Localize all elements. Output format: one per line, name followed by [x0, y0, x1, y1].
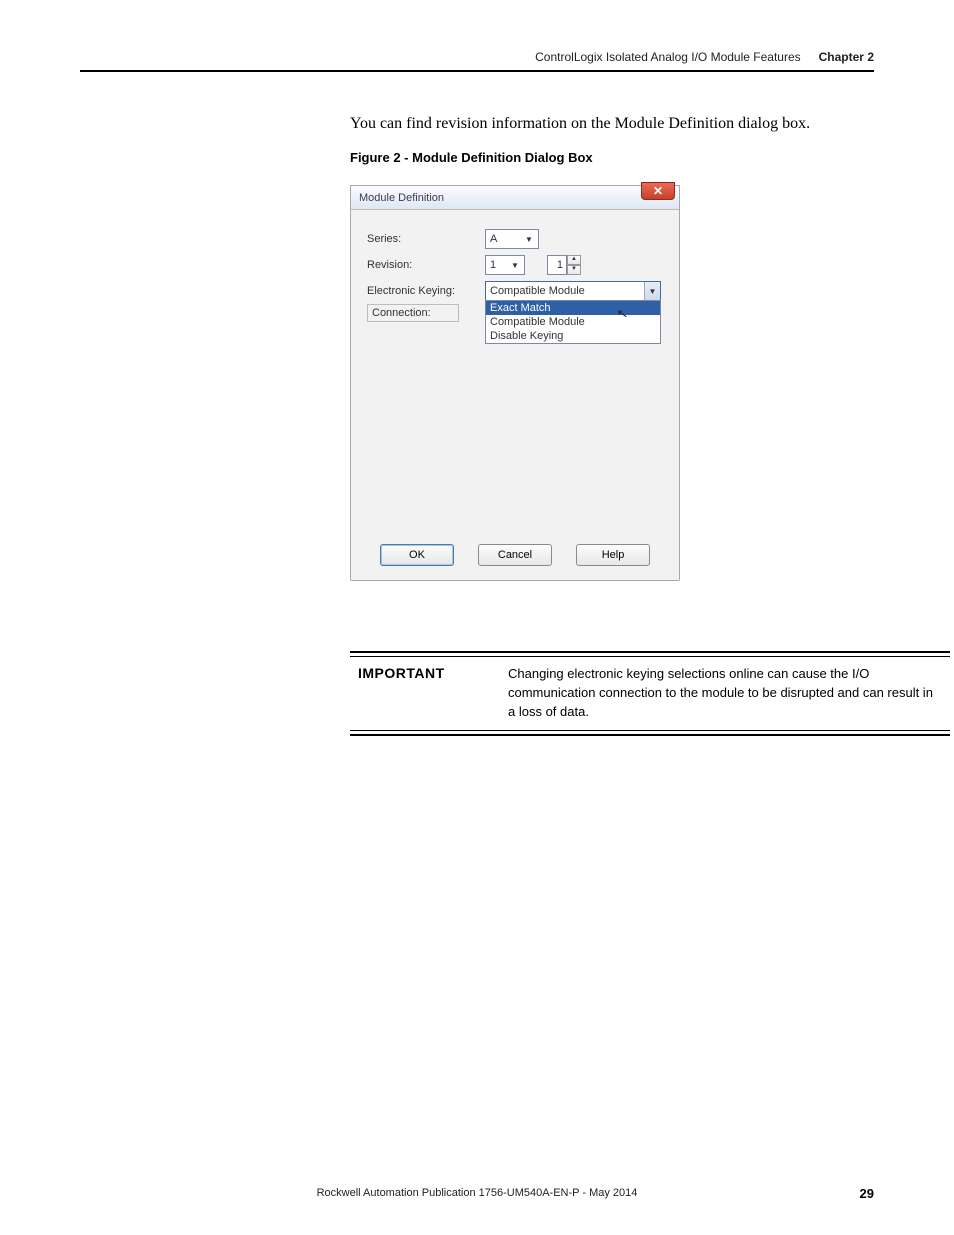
- callout-inner: IMPORTANT Changing electronic keying sel…: [350, 656, 950, 730]
- callout-label: IMPORTANT: [358, 665, 508, 722]
- figure-caption: Figure 2 - Module Definition Dialog Box: [350, 150, 950, 165]
- series-value: A: [490, 233, 497, 245]
- keying-option-compatible-module[interactable]: Compatible Module: [486, 315, 660, 329]
- revision-minor-spinner[interactable]: 1 ▲ ▼: [547, 255, 581, 275]
- revision-major-select[interactable]: 1 ▼: [485, 255, 525, 275]
- intro-paragraph: You can find revision information on the…: [350, 112, 950, 136]
- document-page: ControlLogix Isolated Analog I/O Module …: [0, 0, 954, 1235]
- series-select[interactable]: A ▼: [485, 229, 539, 249]
- module-definition-dialog: Module Definition ✕ Series: A ▼ Revision…: [350, 185, 680, 581]
- revision-major-value: 1: [490, 259, 496, 271]
- dialog-button-row: OK Cancel Help: [351, 534, 679, 580]
- close-icon: ✕: [653, 185, 663, 197]
- revision-minor-value: 1: [547, 255, 567, 275]
- series-label: Series:: [367, 233, 485, 245]
- revision-row: Revision: 1 ▼ 1 ▲ ▼: [367, 252, 663, 278]
- ok-button[interactable]: OK: [380, 544, 454, 566]
- dialog-titlebar: Module Definition ✕: [351, 186, 679, 210]
- spinner-up-icon[interactable]: ▲: [567, 255, 581, 265]
- chevron-down-icon: ▼: [508, 258, 522, 272]
- running-header: ControlLogix Isolated Analog I/O Module …: [80, 50, 874, 64]
- dialog-spacer: [367, 344, 663, 524]
- header-chapter: Chapter 2: [819, 50, 874, 64]
- spinner-buttons: ▲ ▼: [567, 255, 581, 275]
- series-row: Series: A ▼: [367, 226, 663, 252]
- callout-bottom-rule: [350, 730, 950, 731]
- keying-label: Electronic Keying:: [367, 285, 485, 297]
- body-column: You can find revision information on the…: [350, 112, 950, 736]
- callout-text: Changing electronic keying selections on…: [508, 665, 942, 722]
- revision-label: Revision:: [367, 259, 485, 271]
- keying-option-exact-match[interactable]: Exact Match: [486, 301, 660, 315]
- keying-dropdown-wrap: Connection: Exact Match Compatible Modul…: [367, 304, 663, 344]
- dialog-close-button[interactable]: ✕: [641, 182, 675, 200]
- dialog-title: Module Definition: [359, 192, 679, 204]
- keying-selected-value: Compatible Module: [490, 285, 585, 297]
- dialog-body: Series: A ▼ Revision: 1 ▼ 1 ▲: [351, 210, 679, 534]
- header-rule: [80, 70, 874, 72]
- keying-dropdown-list[interactable]: Exact Match Compatible Module Disable Ke…: [485, 300, 661, 344]
- keying-select[interactable]: Compatible Module ▼: [485, 281, 661, 301]
- footer-publication: Rockwell Automation Publication 1756-UM5…: [0, 1187, 954, 1199]
- page-number: 29: [860, 1186, 874, 1201]
- spinner-down-icon[interactable]: ▼: [567, 265, 581, 275]
- header-section-title: ControlLogix Isolated Analog I/O Module …: [535, 50, 801, 64]
- help-button[interactable]: Help: [576, 544, 650, 566]
- keying-option-disable-keying[interactable]: Disable Keying: [486, 329, 660, 343]
- chevron-down-icon: ▼: [522, 232, 536, 246]
- cancel-button[interactable]: Cancel: [478, 544, 552, 566]
- connection-label: Connection:: [367, 304, 459, 322]
- chevron-down-icon: ▼: [644, 282, 660, 300]
- important-callout: IMPORTANT Changing electronic keying sel…: [350, 651, 950, 736]
